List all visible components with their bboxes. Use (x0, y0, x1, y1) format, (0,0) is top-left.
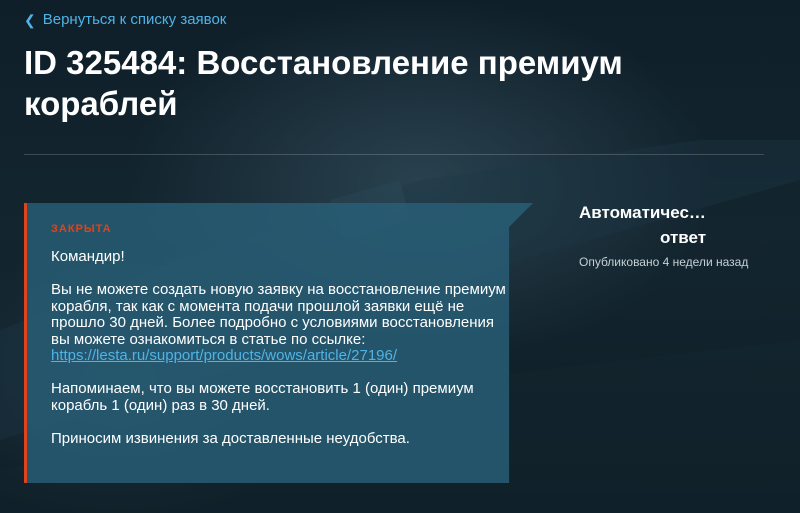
header-divider (24, 154, 764, 155)
message-greeting: Командир! (51, 248, 125, 265)
status-badge: ЗАКРЫТА (51, 223, 112, 235)
back-link-label: Вернуться к списку заявок (42, 11, 227, 28)
support-article-link[interactable]: https://lesta.ru/support/products/wows/a… (51, 347, 397, 364)
message-paragraph-1: Вы не можете создать новую заявку на вос… (51, 281, 511, 365)
message-meta: Автоматичес… ответ Опубликовано 4 недели… (579, 200, 779, 269)
page-title: ID 325484: Восстановление премиум корабл… (24, 44, 623, 122)
author-name-line-2: ответ (660, 228, 707, 247)
message-paragraph-3: Приносим извинения за доставленные неудо… (51, 429, 410, 447)
back-to-tickets-link[interactable]: ❮ Вернуться к списку заявок (24, 11, 226, 28)
chevron-left-icon: ❮ (24, 11, 36, 28)
ticket-message-card: ЗАКРЫТА Командир! Вы не можете создать н… (24, 203, 533, 483)
author-name-line-1: Автоматичес… (579, 203, 706, 222)
author-name: Автоматичес… ответ (579, 200, 779, 250)
published-time: Опубликовано 4 недели назад (579, 255, 749, 269)
message-paragraph-2: Напоминаем, что вы можете восстановить 1… (51, 380, 474, 414)
message-paragraph-1-text: Вы не можете создать новую заявку на вос… (51, 281, 506, 348)
message-body: Командир! Вы не можете создать новую зая… (51, 248, 511, 447)
